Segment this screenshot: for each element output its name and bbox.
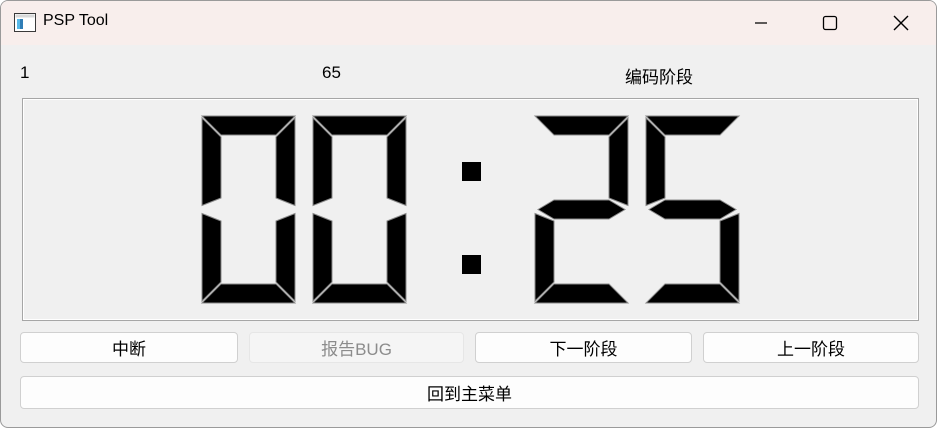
- lcd-digit-seconds-ones: [644, 115, 741, 304]
- lcd-colon-top: [462, 162, 481, 181]
- lcd-timer-display: [22, 98, 919, 321]
- app-window: PSP Tool 1 65 编码阶段 中断 报告BUG 下一阶段 上一阶段 回到…: [0, 0, 937, 428]
- lcd-digits: [200, 115, 741, 304]
- phase-label: 编码阶段: [625, 68, 693, 87]
- count-label: 1: [20, 63, 30, 82]
- next-phase-button[interactable]: 下一阶段: [475, 332, 692, 363]
- minimize-button[interactable]: [738, 1, 784, 45]
- minutes-label: 65: [322, 63, 341, 82]
- maximize-icon: [822, 15, 838, 31]
- interrupt-button[interactable]: 中断: [20, 332, 238, 363]
- lcd-digit-minutes-ones: [311, 115, 408, 304]
- lcd-colon-bottom: [462, 255, 481, 274]
- title-bar[interactable]: PSP Tool: [1, 1, 936, 45]
- lcd-segment-middle: [648, 199, 737, 220]
- window-title: PSP Tool: [43, 12, 109, 29]
- lcd-segment-middle: [537, 199, 626, 220]
- app-window-icon: [14, 13, 36, 32]
- report-bug-button[interactable]: 报告BUG: [249, 332, 464, 363]
- close-button[interactable]: [878, 1, 924, 45]
- maximize-button[interactable]: [807, 1, 853, 45]
- close-icon: [893, 15, 909, 31]
- lcd-digit-seconds-tens: [533, 115, 630, 304]
- minimize-icon: [755, 22, 767, 24]
- prev-phase-button[interactable]: 上一阶段: [703, 332, 919, 363]
- lcd-digit-minutes-tens: [200, 115, 297, 304]
- back-to-menu-button[interactable]: 回到主菜单: [20, 376, 919, 409]
